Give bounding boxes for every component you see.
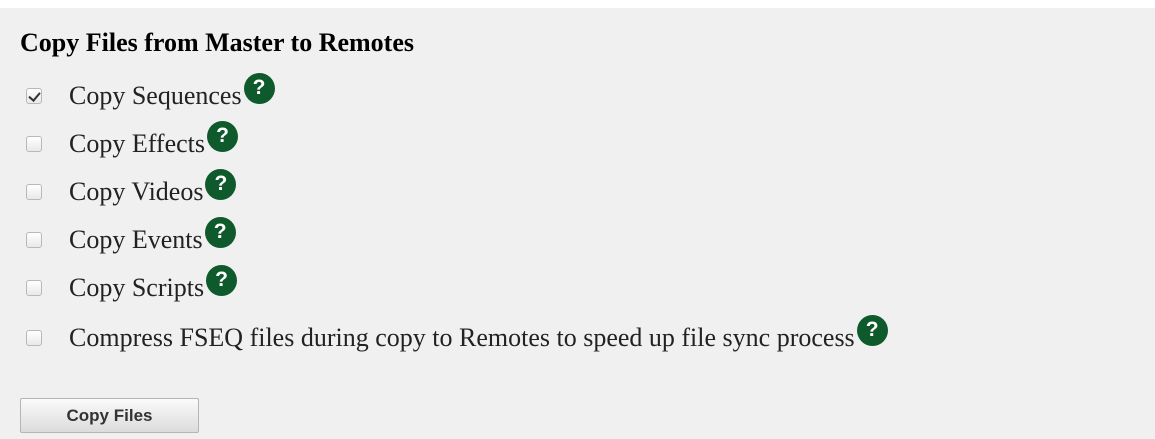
copy-effects-label[interactable]: Copy Effects <box>69 126 205 162</box>
compress-fseq-checkbox[interactable] <box>26 330 42 346</box>
compress-fseq-label[interactable]: Compress FSEQ files during copy to Remot… <box>69 320 855 356</box>
copy-sequences-label[interactable]: Copy Sequences <box>69 78 242 114</box>
section-title: Copy Files from Master to Remotes <box>20 28 414 57</box>
help-icon[interactable]: ? <box>204 216 236 248</box>
copy-videos-checkbox[interactable] <box>26 184 42 200</box>
help-icon[interactable]: ? <box>205 168 237 200</box>
help-icon[interactable]: ? <box>856 314 888 346</box>
copy-events-label[interactable]: Copy Events <box>69 222 203 258</box>
copy-files-panel: Copy Files from Master to Remotes Copy S… <box>0 8 1155 439</box>
copy-videos-label[interactable]: Copy Videos <box>69 174 203 210</box>
option-copy-effects[interactable]: Copy Effects ? <box>26 120 238 162</box>
copy-scripts-checkbox[interactable] <box>26 280 42 296</box>
copy-files-button[interactable]: Copy Files <box>20 398 199 433</box>
help-icon[interactable]: ? <box>207 120 238 152</box>
option-copy-scripts[interactable]: Copy Scripts ? <box>26 264 238 306</box>
option-copy-sequences[interactable]: Copy Sequences ? <box>26 72 275 114</box>
option-compress-fseq[interactable]: Compress FSEQ files during copy to Remot… <box>26 314 888 356</box>
help-icon[interactable]: ? <box>243 72 275 104</box>
copy-scripts-label[interactable]: Copy Scripts <box>69 270 204 306</box>
option-copy-videos[interactable]: Copy Videos ? <box>26 168 237 210</box>
help-icon[interactable]: ? <box>206 264 238 296</box>
copy-effects-checkbox[interactable] <box>26 136 42 152</box>
copy-events-checkbox[interactable] <box>26 232 42 248</box>
copy-sequences-checkbox[interactable] <box>26 88 42 104</box>
option-copy-events[interactable]: Copy Events ? <box>26 216 236 258</box>
